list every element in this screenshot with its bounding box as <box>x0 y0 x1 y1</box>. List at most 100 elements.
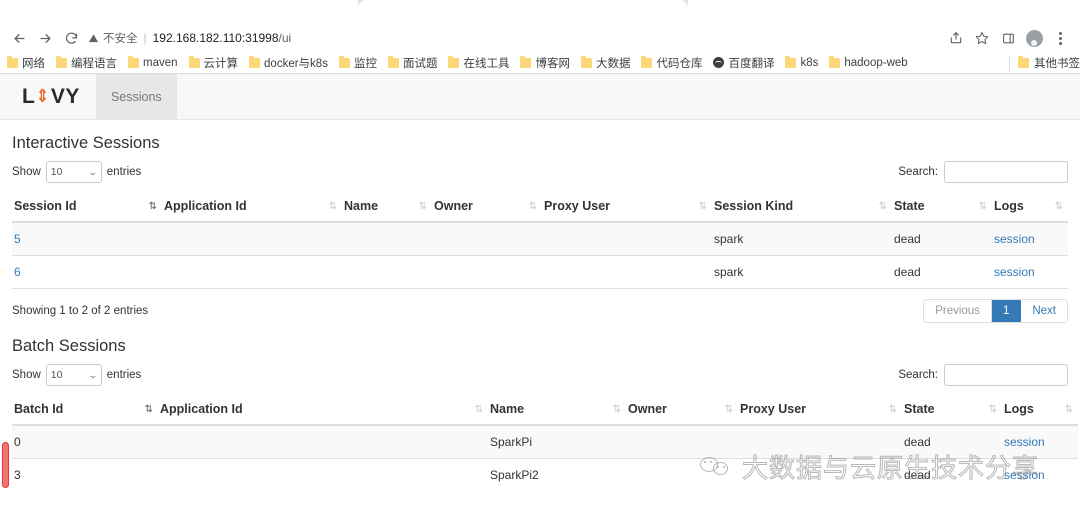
session-id-link[interactable]: 5 <box>14 232 21 246</box>
column-header-proxy-user[interactable]: Proxy User ⇅ <box>542 193 712 223</box>
table-row: 6 spark dead session <box>12 255 1068 289</box>
bookmarks-bar: 网络 编程语言 maven 云计算 docker与k8s 监控 面试题 在线工具… <box>0 52 1080 74</box>
cell-application-id <box>158 458 488 492</box>
back-arrow-icon[interactable] <box>6 25 32 51</box>
interactive-table-controls: Show 10 ⌄ entries Search: <box>12 159 1068 185</box>
insecure-label: 不安全 <box>103 33 138 45</box>
column-label: Name <box>490 402 525 416</box>
other-bookmarks-button[interactable]: 其他书签 <box>1009 54 1080 71</box>
batch-page-length-select[interactable]: 10 ⌄ <box>45 364 102 386</box>
url-host: 192.168.182.110:31998 <box>152 31 279 45</box>
batch-search-input[interactable] <box>944 364 1068 386</box>
logs-session-link[interactable]: session <box>994 232 1035 246</box>
bookmark-item[interactable]: docker与k8s <box>249 55 328 71</box>
bookmark-item[interactable]: 代码仓库 <box>641 55 702 71</box>
pagination-previous[interactable]: Previous <box>924 299 992 322</box>
bookmark-item[interactable]: 编程语言 <box>56 55 117 71</box>
cell-proxy-user <box>542 255 712 289</box>
cell-application-id <box>158 425 488 459</box>
bookmark-item[interactable]: 在线工具 <box>448 55 509 71</box>
forward-arrow-icon[interactable] <box>32 25 58 51</box>
active-browser-tab[interactable] <box>358 0 688 24</box>
chevron-down-icon: ⌄ <box>87 369 99 380</box>
interactive-page-length-select[interactable]: 10 ⌄ <box>45 161 102 183</box>
bookmark-item[interactable]: maven <box>128 55 178 69</box>
cell-logs: session <box>1002 425 1078 459</box>
column-header-application-id[interactable]: Application Id ⇅ <box>162 193 342 223</box>
bookmark-item[interactable]: 云计算 <box>188 55 238 71</box>
column-header-owner[interactable]: Owner ⇅ <box>432 193 542 223</box>
pagination-page-1[interactable]: 1 <box>991 299 1022 322</box>
bookmark-item[interactable]: k8s <box>785 55 818 69</box>
logs-session-link[interactable]: session <box>1004 435 1045 449</box>
column-label: Owner <box>628 402 667 416</box>
column-header-logs[interactable]: Logs ⇅ <box>1002 396 1078 426</box>
up-down-arrow-icon: ⇕ <box>36 85 50 106</box>
sort-icon: ⇅ <box>418 200 427 212</box>
batch-length-control: Show 10 ⌄ entries <box>12 364 141 386</box>
table-row: 3 SparkPi2 dead session <box>12 458 1078 492</box>
column-label: Session Kind <box>714 199 794 213</box>
star-icon[interactable] <box>970 26 994 50</box>
interactive-search-input[interactable] <box>944 161 1068 183</box>
bookmark-item[interactable]: 面试题 <box>387 55 437 71</box>
column-header-state[interactable]: State ⇅ <box>892 193 992 223</box>
sort-icon: ⇅ <box>1054 200 1063 212</box>
pagination-next[interactable]: Next <box>1021 299 1067 322</box>
folder-icon <box>387 55 399 68</box>
bookmark-item[interactable]: 大数据 <box>580 55 630 71</box>
column-header-name[interactable]: Name ⇅ <box>488 396 626 426</box>
reload-icon[interactable] <box>58 25 84 51</box>
cell-state: dead <box>902 458 1002 492</box>
column-label: Logs <box>994 199 1024 213</box>
toolbar-actions <box>944 26 1074 50</box>
logs-session-link[interactable]: session <box>1004 468 1045 482</box>
share-icon[interactable] <box>944 26 968 50</box>
cell-logs: session <box>992 255 1068 289</box>
logs-session-link[interactable]: session <box>994 265 1035 279</box>
table-row: 0 SparkPi dead session <box>12 425 1078 459</box>
cell-proxy-user <box>738 458 902 492</box>
cell-owner <box>432 222 542 256</box>
folder-icon <box>785 55 797 68</box>
bookmark-item[interactable]: 监控 <box>338 55 377 71</box>
column-header-batch-id[interactable]: Batch Id ⇅ <box>12 396 158 426</box>
column-label: Application Id <box>164 199 247 213</box>
bookmark-label: docker与k8s <box>264 57 328 70</box>
column-header-logs[interactable]: Logs ⇅ <box>992 193 1068 223</box>
cell-owner <box>626 425 738 459</box>
bookmark-item[interactable]: 博客网 <box>520 55 570 71</box>
address-bar[interactable]: 不安全 | 192.168.182.110:31998/ui <box>88 27 944 49</box>
bookmark-item[interactable]: hadoop-web <box>829 55 908 69</box>
bookmark-label: 监控 <box>353 57 377 70</box>
side-panel-icon[interactable] <box>996 26 1020 50</box>
column-header-state[interactable]: State ⇅ <box>902 396 1002 426</box>
folder-icon <box>188 55 200 68</box>
session-id-link[interactable]: 6 <box>14 265 21 279</box>
bookmark-item[interactable]: 网络 <box>7 55 45 71</box>
livy-navbar: L ⇕ VY Sessions <box>0 74 1080 120</box>
show-label: Show <box>12 369 41 381</box>
folder-icon <box>56 55 67 68</box>
tab-sessions[interactable]: Sessions <box>95 74 177 119</box>
column-header-name[interactable]: Name ⇅ <box>342 193 432 223</box>
sort-icon: ⇅ <box>1064 403 1073 415</box>
cell-application-id <box>162 255 342 289</box>
column-header-session-kind[interactable]: Session Kind ⇅ <box>712 193 892 223</box>
livy-logo[interactable]: L ⇕ VY <box>0 74 96 119</box>
batch-table-controls: Show 10 ⌄ entries Search: <box>12 362 1068 388</box>
cell-proxy-user <box>542 222 712 256</box>
cell-session-id: 6 <box>12 255 162 289</box>
cell-name <box>342 222 432 256</box>
three-dot-menu-icon[interactable] <box>1048 26 1072 50</box>
column-header-owner[interactable]: Owner ⇅ <box>626 396 738 426</box>
insecure-connection-indicator[interactable]: 不安全 <box>88 30 138 46</box>
cell-logs: session <box>1002 458 1078 492</box>
column-label: State <box>894 199 925 213</box>
column-header-application-id[interactable]: Application Id ⇅ <box>158 396 488 426</box>
bookmark-item[interactable]: 百度翻译 <box>713 55 774 71</box>
bookmark-label: 百度翻译 <box>728 57 775 70</box>
column-header-session-id[interactable]: Session Id ⇅ <box>12 193 162 223</box>
column-header-proxy-user[interactable]: Proxy User ⇅ <box>738 396 902 426</box>
profile-avatar-icon[interactable] <box>1022 26 1046 50</box>
